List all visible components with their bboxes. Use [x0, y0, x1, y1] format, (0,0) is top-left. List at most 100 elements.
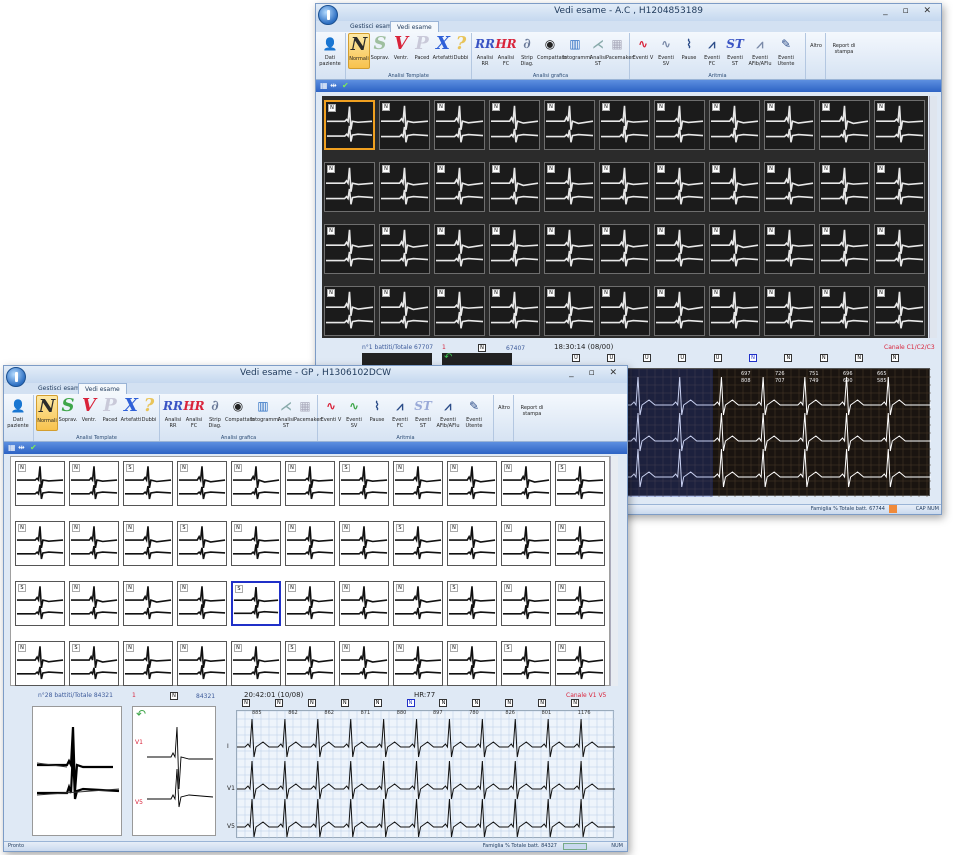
beat-template-cell[interactable]: N [69, 461, 119, 506]
ventricular-button[interactable]: V Ventr. [390, 33, 412, 69]
beat-template-cell[interactable]: N [599, 286, 650, 336]
status-slider[interactable] [563, 843, 587, 850]
beat-template-cell[interactable]: S [501, 641, 551, 686]
strip-beat-badge[interactable]: N [406, 699, 415, 707]
events-afib-button[interactable]: ⩘ Eventi AFib/AFlu [435, 395, 461, 431]
beat-template-cell[interactable]: S [285, 641, 335, 686]
beat-template-cell[interactable]: N [874, 162, 925, 212]
beat-template-cell[interactable]: S [123, 461, 173, 506]
strip-beat-badge[interactable]: N [571, 699, 580, 707]
split-view-icon[interactable]: ⇹ [18, 443, 25, 452]
pacemaker-button[interactable]: ▦ Pacemaker [606, 33, 633, 69]
beat-template-cell[interactable]: N [379, 286, 430, 336]
beat-template-cell[interactable]: S [555, 461, 605, 506]
beat-template-cell[interactable]: N [324, 286, 375, 336]
beat-template-cell[interactable]: N [819, 224, 870, 274]
window-controls[interactable]: _ ▫ ✕ [883, 6, 937, 16]
beat-template-cell[interactable]: N [489, 100, 540, 150]
tab-vedi-esame[interactable]: Vedi esame [390, 21, 439, 32]
doubtful-button[interactable]: ? Dubbi [450, 33, 472, 69]
normal-beats-button[interactable]: N Normali [348, 33, 370, 69]
strip-beat-badge[interactable]: U [642, 354, 651, 362]
grid-scrollbar[interactable] [610, 456, 618, 686]
strip-beat-badge[interactable]: N [439, 699, 448, 707]
beat-template-cell[interactable]: N [393, 461, 443, 506]
rr-analysis-button[interactable]: RR Analisi RR [162, 395, 184, 431]
beat-template-cell[interactable]: N [555, 641, 605, 686]
pacemaker-button[interactable]: ▦ Pacemaker [294, 395, 321, 431]
pauses-button[interactable]: ⌇ Pause [366, 395, 388, 431]
hr-analysis-button[interactable]: HR Analisi FC [495, 33, 517, 69]
beat-template-cell[interactable]: N [654, 224, 705, 274]
beat-template-cell[interactable]: N [15, 521, 65, 566]
beat-template-cell[interactable]: N [15, 641, 65, 686]
beat-template-cell[interactable]: N [177, 641, 227, 686]
check-icon[interactable]: ✔ [30, 443, 37, 452]
ecg-strip[interactable]: 697 726 751 696 665 808 707 749 690 585 [622, 368, 931, 497]
strip-beat-badge[interactable]: N [373, 699, 382, 707]
beat-template-cell[interactable]: S [177, 521, 227, 566]
strip-beat-badge[interactable]: U [607, 354, 616, 362]
beat-template-cell[interactable]: N [544, 286, 595, 336]
tab-vedi-esame[interactable]: Vedi esame [78, 383, 127, 394]
strip-beat-badge[interactable]: N [505, 699, 514, 707]
events-sv-button[interactable]: ∿ Eventi SV [343, 395, 365, 431]
strip-beat-badge[interactable]: U [713, 354, 722, 362]
events-user-button[interactable]: ✎ Eventi Utente [463, 395, 485, 431]
beat-template-cell[interactable]: N [489, 224, 540, 274]
beat-template-cell[interactable]: N [393, 581, 443, 626]
beat-template-cell[interactable]: N [709, 100, 760, 150]
beat-template-cell[interactable]: N [501, 581, 551, 626]
strip-beat-badge[interactable]: N [855, 354, 864, 362]
histograms-button[interactable]: ▥ Istogrammi [251, 395, 280, 431]
supraventricular-button[interactable]: S Soprav. [57, 395, 79, 431]
events-sv-button[interactable]: ∿ Eventi SV [655, 33, 677, 69]
strip-beat-badge[interactable]: N [819, 354, 828, 362]
beat-template-cell[interactable]: S [15, 581, 65, 626]
events-st-button[interactable]: ST Eventi ST [724, 33, 746, 69]
compacted-button[interactable]: ◉ Compattato [537, 33, 567, 69]
beat-template-cell[interactable]: N [764, 286, 815, 336]
beat-template-cell[interactable]: N [654, 100, 705, 150]
beat-template-cell[interactable]: N [555, 521, 605, 566]
status-orange-icon[interactable] [889, 505, 897, 513]
beat-template-cell[interactable]: N [544, 162, 595, 212]
beat-template-cell[interactable]: N [434, 286, 485, 336]
beat-template-cell[interactable]: S [447, 581, 497, 626]
beat-template-cell[interactable]: N [324, 162, 375, 212]
beat-template-cell[interactable]: N [379, 100, 430, 150]
app-orb-button[interactable] [6, 367, 26, 387]
beat-template-cell[interactable]: N [434, 162, 485, 212]
beat-template-cell[interactable]: N [69, 521, 119, 566]
beat-template-cell[interactable]: N [819, 162, 870, 212]
beat-template-cell[interactable]: N [709, 162, 760, 212]
strip-beat-badge[interactable]: N [890, 354, 899, 362]
patient-data-button[interactable]: 👤 Dati paziente [319, 33, 341, 69]
patient-data-button[interactable]: 👤 Dati paziente [7, 395, 29, 431]
beat-template-cell[interactable]: N [599, 162, 650, 212]
histograms-button[interactable]: ▥ Istogrammi [563, 33, 592, 69]
beat-template-cell[interactable]: N [489, 286, 540, 336]
events-st-button[interactable]: ST Eventi ST [412, 395, 434, 431]
beat-template-cell[interactable]: N [15, 461, 65, 506]
strip-beat-badge[interactable]: U [678, 354, 687, 362]
strip-beat-badge[interactable]: N [784, 354, 793, 362]
strip-beat-badge[interactable]: N [472, 699, 481, 707]
split-view-icon[interactable]: ⇹ [330, 81, 337, 90]
beat-template-cell[interactable]: N [489, 162, 540, 212]
grid-view-icon[interactable]: ▦ [320, 81, 328, 90]
paced-button[interactable]: P Paced [411, 33, 433, 69]
beat-template-cell[interactable]: N [599, 224, 650, 274]
strip-beat-badge[interactable]: N [307, 699, 316, 707]
beat-template-cell[interactable]: N [709, 224, 760, 274]
grid-view-icon[interactable]: ▦ [8, 443, 16, 452]
grid-scrollbar[interactable] [929, 96, 937, 338]
altro-button[interactable]: Altro [494, 395, 514, 431]
app-orb-button[interactable] [318, 5, 338, 25]
beat-template-cell[interactable]: N [764, 162, 815, 212]
altro-button[interactable]: Altro [806, 33, 826, 69]
beat-template-cell[interactable]: N [69, 581, 119, 626]
beat-template-cell[interactable]: N [764, 100, 815, 150]
beat-template-cell[interactable]: S [339, 461, 389, 506]
beat-template-cell[interactable]: N [819, 100, 870, 150]
